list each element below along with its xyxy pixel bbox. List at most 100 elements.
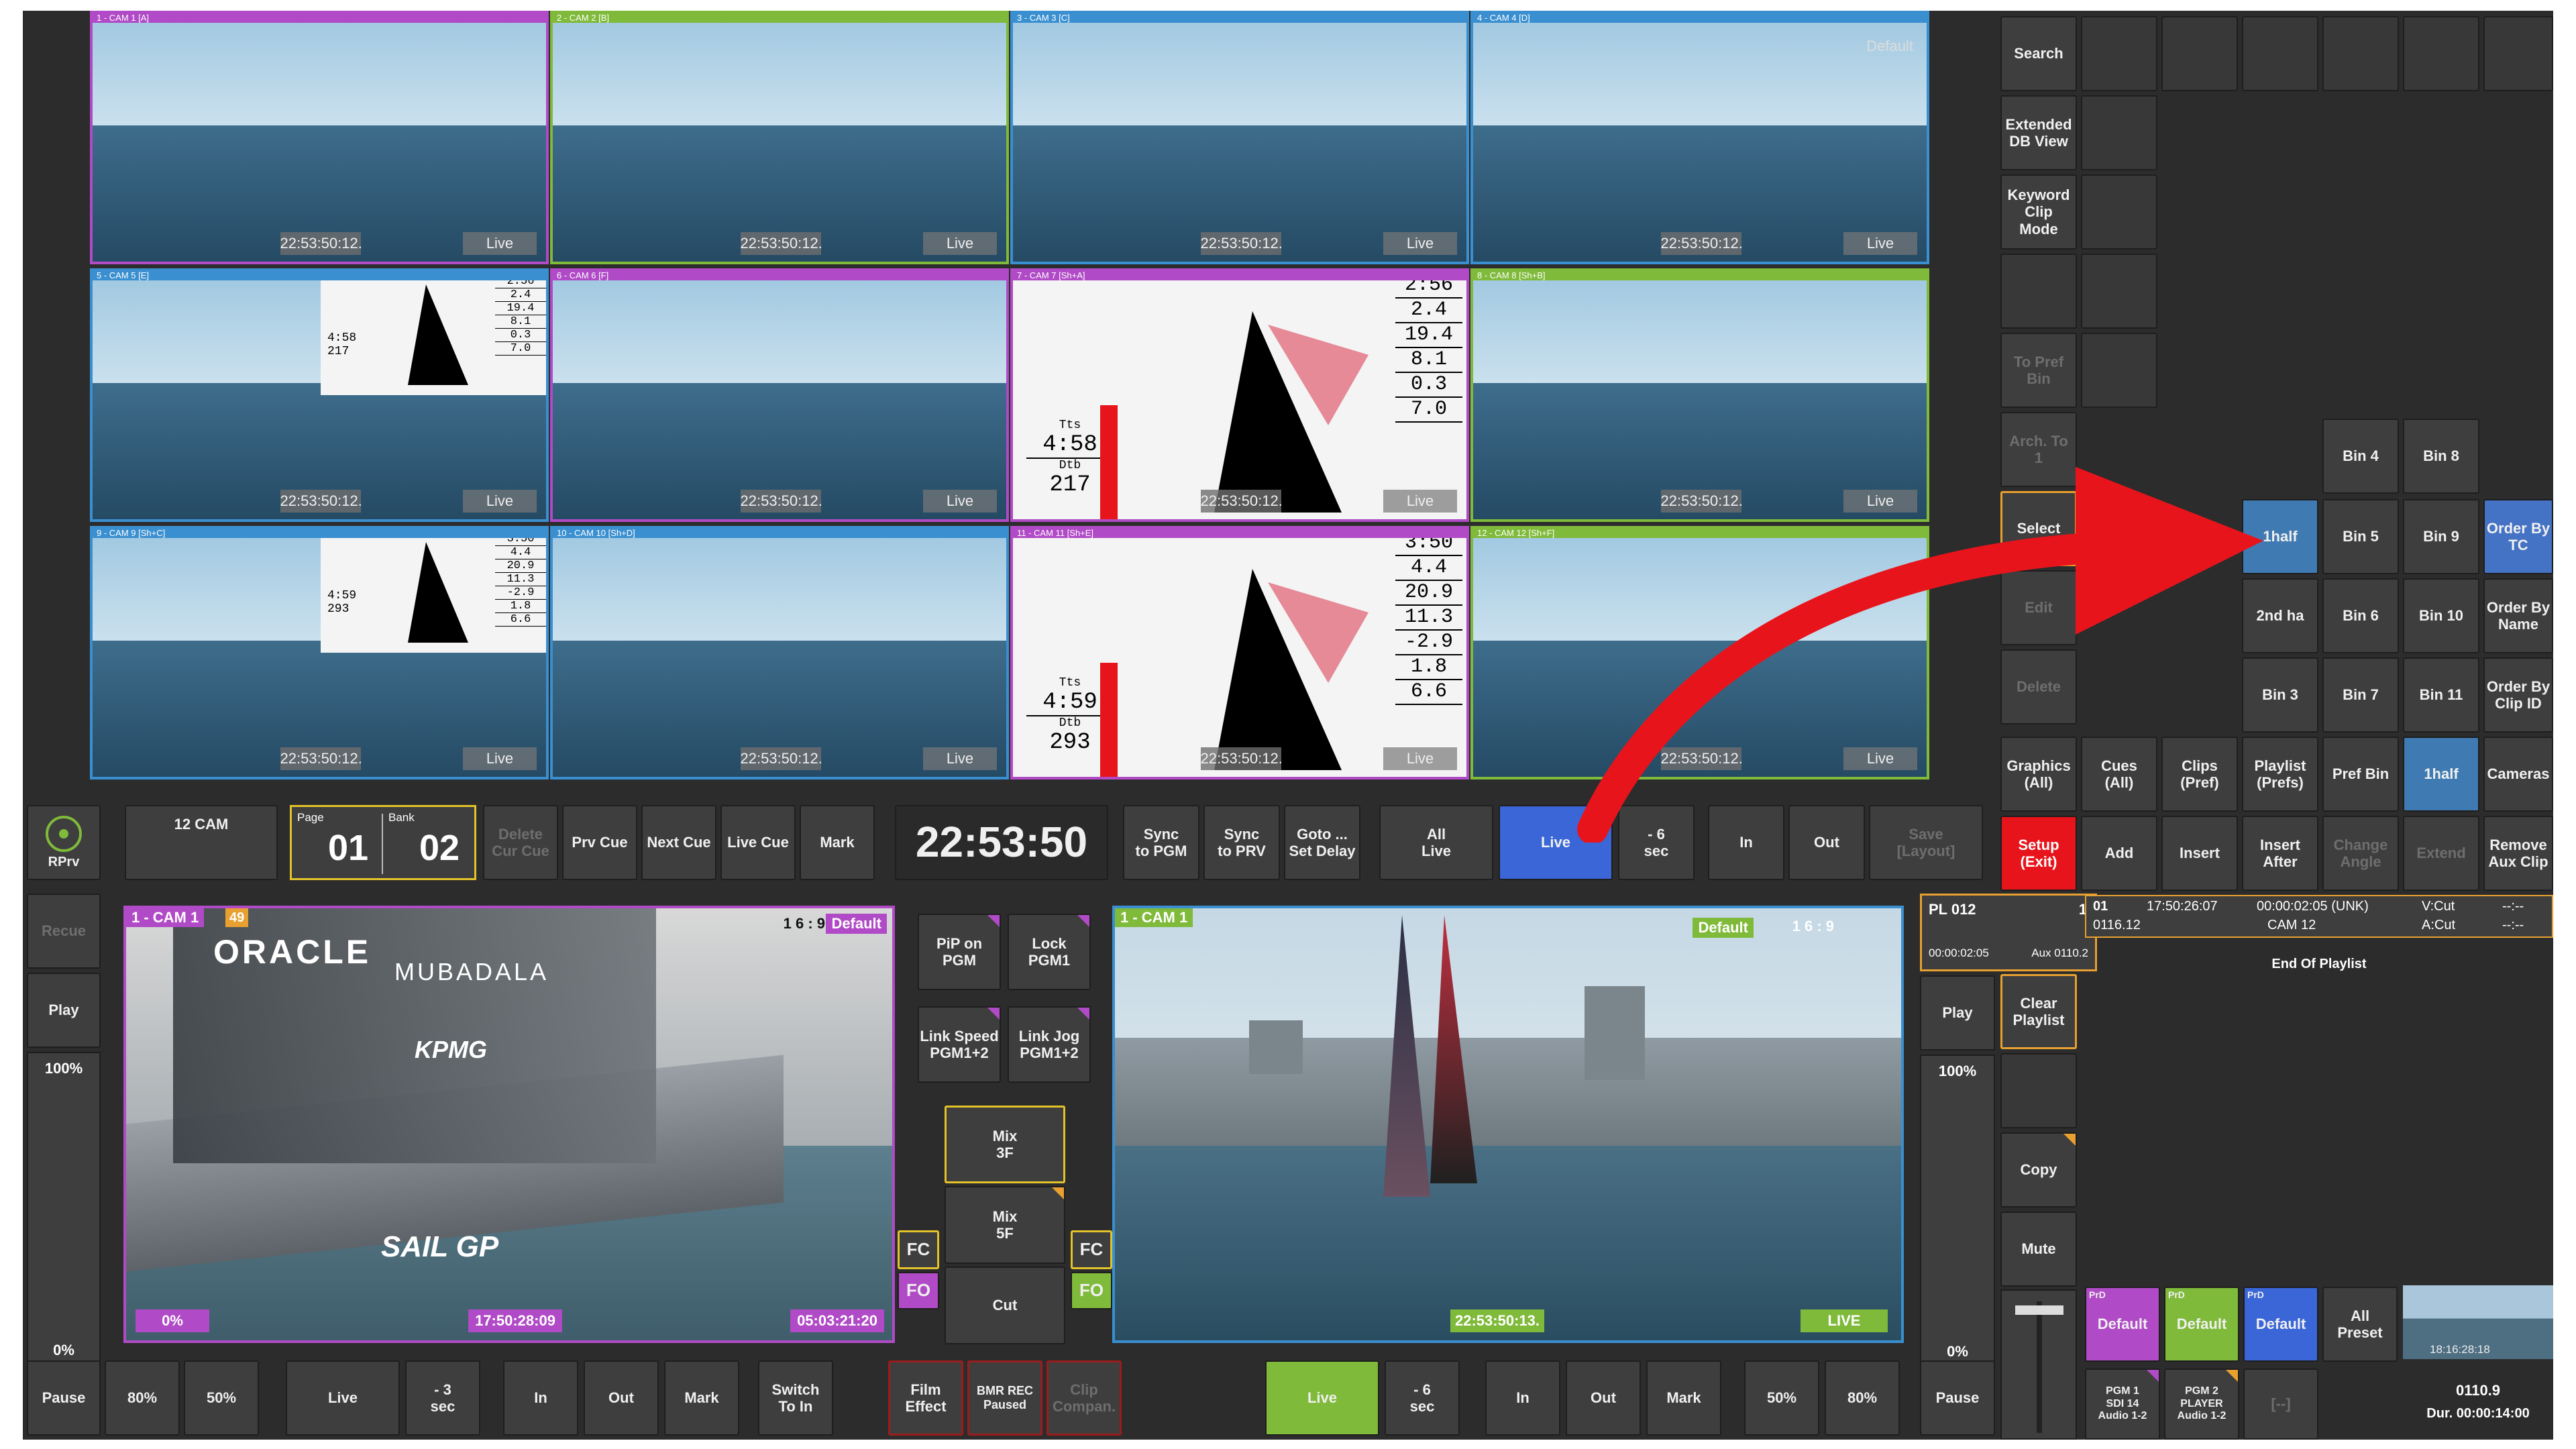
bin-6-button[interactable]: Bin 6 xyxy=(2322,578,2399,653)
pgm-default-badge: Default xyxy=(1693,918,1754,938)
bin-8-button[interactable]: Bin 8 xyxy=(2403,419,2479,494)
play-button[interactable]: Play xyxy=(27,973,101,1048)
remove-aux-clip-button[interactable]: Remove Aux Clip xyxy=(2483,816,2553,891)
order-by-tc-button[interactable]: Order By TC xyxy=(2483,499,2553,574)
left-minus-3-sec-button[interactable]: - 3 sec xyxy=(405,1360,480,1436)
recue-button[interactable]: Recue xyxy=(27,894,101,969)
film-effect-button[interactable]: Film Effect xyxy=(888,1360,963,1436)
bin-10-button[interactable]: Bin 10 xyxy=(2403,578,2479,653)
bin-7-button[interactable]: Bin 7 xyxy=(2322,657,2399,733)
extend-button[interactable]: Extend xyxy=(2403,816,2479,891)
mute-button[interactable]: Mute xyxy=(2000,1212,2077,1287)
program-monitor[interactable]: 1 - CAM 1 Default 1 6 : 9 22:53:50:13. L… xyxy=(1112,906,1904,1343)
pip-on-pgm-button[interactable]: PiP on PGM xyxy=(918,914,1001,990)
camera-tile[interactable]: 2:56 2.4 19.4 8.1 0.3 7.0 Tts 4:58 Dtb 217 7 - CAM… xyxy=(1010,268,1469,522)
to-pref-bin-button[interactable]: To Pref Bin xyxy=(2000,333,2077,408)
right-minus-6-sec-button[interactable]: - 6 sec xyxy=(1385,1360,1460,1436)
bin-9-button[interactable]: Bin 9 xyxy=(2403,499,2479,574)
next-cue-button[interactable]: Next Cue xyxy=(641,805,716,880)
order-by-name-button[interactable]: Order By Name xyxy=(2483,578,2553,653)
camera-tile[interactable]: 3:50 4.4 20.9 11.3 -2.9 1.8 6.6 Tts 4:59 Dtb 293 11… xyxy=(1010,526,1469,780)
left-mark-button[interactable]: Mark xyxy=(664,1360,739,1436)
camera-tile[interactable]: Default 4 - CAM 4 [D] 22:53:50:12. Live xyxy=(1470,11,1929,264)
order-by-clip-id-button[interactable]: Order By Clip ID xyxy=(2483,657,2553,733)
fc-right-button[interactable]: FC xyxy=(1071,1230,1112,1269)
right-50-button[interactable]: 50% xyxy=(1744,1360,1819,1436)
rprv-knob-button[interactable]: RPrv xyxy=(27,805,101,880)
camera-tile[interactable]: 10 - CAM 10 [Sh+D] 22:53:50:12. Live xyxy=(550,526,1009,780)
live-cue-button[interactable]: Live Cue xyxy=(720,805,796,880)
camera-tile[interactable]: 2:56 2.4 19.4 8.1 0.3 7.0 4:58 217 5 - CAM 5 [E]… xyxy=(90,268,549,522)
preview-monitor[interactable]: ORACLE MUBADALA KPMG SAIL GP 1 - CAM 1 4… xyxy=(123,906,895,1343)
tile-sky xyxy=(553,529,1006,653)
mix-3f-button[interactable]: Mix 3F xyxy=(945,1106,1065,1183)
right-pause-button[interactable]: Pause xyxy=(1920,1360,1995,1436)
link-jog-button[interactable]: Link Jog PGM1+2 xyxy=(1008,1006,1091,1083)
clip-companion-button[interactable]: Clip Compan. xyxy=(1046,1360,1122,1436)
camera-tile[interactable]: 3:50 4.4 20.9 11.3 -2.9 1.8 6.6 4:59 293 9 - CAM … xyxy=(90,526,549,780)
lock-pgm1-button[interactable]: Lock PGM1 xyxy=(1008,914,1091,990)
left-pause-button[interactable]: Pause xyxy=(27,1360,101,1436)
camera-tile[interactable]: 3 - CAM 3 [C] 22:53:50:12. Live xyxy=(1010,11,1469,264)
all-live-button[interactable]: All Live xyxy=(1379,805,1493,880)
left-out-button[interactable]: Out xyxy=(584,1360,659,1436)
left-50-button[interactable]: 50% xyxy=(184,1360,259,1436)
search-button[interactable]: Search xyxy=(2000,16,2077,91)
bmr-rec-paused-button[interactable]: BMR REC Paused xyxy=(967,1360,1042,1436)
tile-label: 6 - CAM 6 [F] xyxy=(553,271,1006,280)
right-out-button[interactable]: Out xyxy=(1566,1360,1641,1436)
mix-5f-button[interactable]: Mix 5F xyxy=(945,1186,1065,1264)
camera-tile[interactable]: 6 - CAM 6 [F] 22:53:50:12. Live xyxy=(550,268,1009,522)
camera-tile[interactable]: 2 - CAM 2 [B] 22:53:50:12. Live xyxy=(550,11,1009,264)
preset-default-1-button[interactable]: Default PrD xyxy=(2085,1287,2160,1362)
keyword-clip-mode-button[interactable]: Keyword Clip Mode xyxy=(2000,174,2077,250)
fader-handle[interactable] xyxy=(2015,1305,2063,1315)
left-live-button[interactable]: Live xyxy=(286,1360,400,1436)
sync-to-prv-button[interactable]: Sync to PRV xyxy=(1203,805,1280,880)
preset-default-2-button[interactable]: Default PrD xyxy=(2164,1287,2239,1362)
preset-3-label: Default xyxy=(2255,1316,2306,1333)
fo-right-button[interactable]: FO xyxy=(1071,1272,1112,1309)
goto-set-delay-button[interactable]: Goto ... Set Delay xyxy=(1284,805,1360,880)
speed-slider[interactable]: 100% 0% xyxy=(27,1052,101,1367)
copy-button[interactable]: Copy xyxy=(2000,1132,2077,1208)
delete-cur-cue-button[interactable]: Delete Cur Cue xyxy=(483,805,558,880)
bin-11-button[interactable]: Bin 11 xyxy=(2403,657,2479,733)
right-mark-button[interactable]: Mark xyxy=(1646,1360,1721,1436)
left-in-button[interactable]: In xyxy=(503,1360,578,1436)
fc-left-button[interactable]: FC xyxy=(898,1230,939,1269)
clear-playlist-button[interactable]: Clear Playlist xyxy=(2000,974,2077,1049)
bin-5-button[interactable]: Bin 5 xyxy=(2322,499,2399,574)
change-angle-button[interactable]: Change Angle xyxy=(2322,816,2399,891)
mark-cue-button[interactable]: Mark xyxy=(800,805,875,880)
switch-to-in-button[interactable]: Switch To In xyxy=(758,1360,833,1436)
right-in-button[interactable]: In xyxy=(1485,1360,1560,1436)
left-80-button[interactable]: 80% xyxy=(105,1360,180,1436)
preset-default-3-button[interactable]: Default PrD xyxy=(2243,1287,2318,1362)
preview-badge: 49 xyxy=(225,908,249,927)
sync-to-pgm-button[interactable]: Sync to PGM xyxy=(1123,805,1199,880)
right-80-button[interactable]: 80% xyxy=(1825,1360,1900,1436)
cut-button[interactable]: Cut xyxy=(945,1267,1065,1344)
right-live-button[interactable]: Live xyxy=(1265,1360,1379,1436)
clip-thumbnail[interactable]: 18:16:28:18 xyxy=(2403,1285,2553,1359)
pl-speed-slider[interactable]: 100% 0% xyxy=(1920,1055,1995,1368)
pgm-aspect: 1 6 : 9 xyxy=(1792,918,1834,934)
bin-4-button[interactable]: Bin 4 xyxy=(2322,419,2399,494)
camera-tile[interactable]: 1 - CAM 1 [A] 22:53:50:12. Live xyxy=(90,11,549,264)
prv-cue-button[interactable]: Prv Cue xyxy=(562,805,637,880)
audio-fader[interactable] xyxy=(2000,1289,2077,1440)
1half-tab[interactable]: 1half xyxy=(2403,737,2479,812)
pl-play-button[interactable]: Play xyxy=(1920,975,1995,1051)
pgm2-output-button[interactable]: PGM 2 PLAYER Audio 1-2 xyxy=(2164,1368,2239,1440)
extended-db-view-button[interactable]: Extended DB View xyxy=(2000,95,2077,170)
fo-left-button[interactable]: FO xyxy=(898,1272,939,1309)
pref-bin-tab[interactable]: Pref Bin xyxy=(2322,737,2399,812)
tile-label: 11 - CAM 11 [Sh+E] xyxy=(1013,529,1466,538)
pgm1-output-button[interactable]: PGM 1 SDI 14 Audio 1-2 xyxy=(2085,1368,2160,1440)
playlist-entry[interactable]: 01 17:50:26:07 00:00:02:05 (UNK) V:Cut A… xyxy=(2085,895,2553,938)
empty-output-button[interactable]: [--] xyxy=(2243,1368,2318,1440)
all-preset-button[interactable]: All Preset xyxy=(2322,1287,2398,1362)
cameras-tab[interactable]: Cameras xyxy=(2483,737,2553,812)
link-speed-button[interactable]: Link Speed PGM1+2 xyxy=(918,1006,1001,1083)
